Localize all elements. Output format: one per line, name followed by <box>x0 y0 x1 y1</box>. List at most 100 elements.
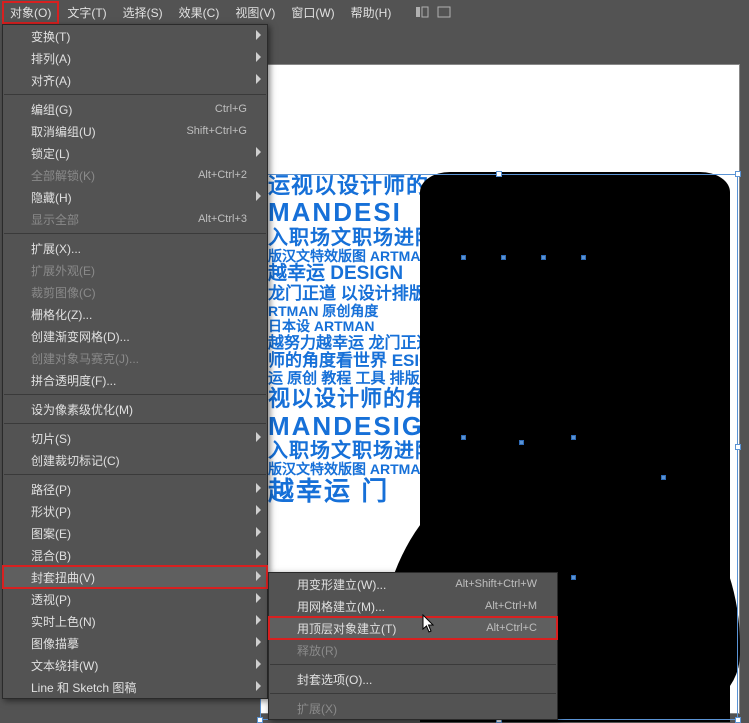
object-menu-item-1[interactable]: 排列(A) <box>3 47 267 69</box>
object-menu-item-label: 透视(P) <box>31 591 247 608</box>
object-menu-item-25[interactable]: 形状(P) <box>3 500 267 522</box>
menubar-window[interactable]: 窗口(W) <box>283 1 342 24</box>
object-menu-item-label: 形状(P) <box>31 503 247 520</box>
menubar-effect[interactable]: 效果(C) <box>171 1 228 24</box>
object-menu-item-22[interactable]: 创建裁切标记(C) <box>3 449 267 471</box>
object-menu[interactable]: 变换(T)排列(A)对齐(A)编组(G)Ctrl+G取消编组(U)Shift+C… <box>2 24 268 699</box>
object-menu-item-label: 裁剪图像(C) <box>31 284 247 301</box>
object-menu-item-label: 创建裁切标记(C) <box>31 452 247 469</box>
object-menu-item-label: 设为像素级优化(M) <box>31 401 247 418</box>
menubar-text[interactable]: 文字(T) <box>59 1 114 24</box>
object-menu-item-label: 拼合透明度(F)... <box>31 372 247 389</box>
submenu-arrow-icon <box>256 659 261 669</box>
object-menu-item-13: 裁剪图像(C) <box>3 281 267 303</box>
object-menu-item-label: 对齐(A) <box>31 72 247 89</box>
envelope-submenu-separator <box>270 664 556 665</box>
layout-icon-left[interactable] <box>415 5 429 19</box>
object-menu-item-shortcut: Alt+Ctrl+3 <box>198 213 247 225</box>
object-menu-item-label: 隐藏(H) <box>31 189 247 206</box>
menubar: 对象(O) 文字(T) 选择(S) 效果(C) 视图(V) 窗口(W) 帮助(H… <box>0 0 749 24</box>
object-menu-item-27[interactable]: 混合(B) <box>3 544 267 566</box>
object-menu-item-shortcut: Alt+Ctrl+2 <box>198 169 247 181</box>
object-menu-item-0[interactable]: 变换(T) <box>3 25 267 47</box>
object-menu-item-15[interactable]: 创建渐变网格(D)... <box>3 325 267 347</box>
menubar-help[interactable]: 帮助(H) <box>343 1 400 24</box>
envelope-submenu-item-label: 用网格建立(M)... <box>297 598 485 615</box>
object-menu-item-19[interactable]: 设为像素级优化(M) <box>3 398 267 420</box>
object-menu-item-label: 切片(S) <box>31 430 247 447</box>
object-menu-item-label: 变换(T) <box>31 28 247 45</box>
object-menu-separator <box>4 94 266 95</box>
object-menu-item-shortcut: Ctrl+G <box>215 103 247 115</box>
envelope-submenu-item-3: 释放(R) <box>269 639 557 661</box>
object-menu-separator <box>4 474 266 475</box>
object-menu-item-28[interactable]: 封套扭曲(V) <box>3 566 267 588</box>
object-menu-item-label: 编组(G) <box>31 101 215 118</box>
object-menu-item-30[interactable]: 实时上色(N) <box>3 610 267 632</box>
envelope-submenu-item-1[interactable]: 用网格建立(M)...Alt+Ctrl+M <box>269 595 557 617</box>
object-menu-item-11[interactable]: 扩展(X)... <box>3 237 267 259</box>
object-menu-item-label: 封套扭曲(V) <box>31 569 247 586</box>
object-menu-item-shortcut: Shift+Ctrl+G <box>186 125 247 137</box>
envelope-submenu-item-label: 用变形建立(W)... <box>297 576 455 593</box>
menubar-view[interactable]: 视图(V) <box>227 1 283 24</box>
workspace-icons <box>415 5 451 19</box>
submenu-arrow-icon <box>256 30 261 40</box>
object-menu-item-label: 栅格化(Z)... <box>31 306 247 323</box>
handle-bottom-right[interactable] <box>735 717 741 723</box>
envelope-submenu-item-2[interactable]: 用顶层对象建立(T)Alt+Ctrl+C <box>269 617 557 639</box>
envelope-submenu-item-0[interactable]: 用变形建立(W)...Alt+Shift+Ctrl+W <box>269 573 557 595</box>
submenu-arrow-icon <box>256 527 261 537</box>
menubar-select[interactable]: 选择(S) <box>115 1 171 24</box>
object-menu-item-label: 显示全部 <box>31 211 198 228</box>
handle-bottom-left[interactable] <box>257 717 263 723</box>
object-menu-item-2[interactable]: 对齐(A) <box>3 69 267 91</box>
object-menu-item-label: 全部解锁(K) <box>31 167 198 184</box>
object-menu-item-26[interactable]: 图案(E) <box>3 522 267 544</box>
object-menu-item-label: 排列(A) <box>31 50 247 67</box>
submenu-arrow-icon <box>256 637 261 647</box>
submenu-arrow-icon <box>256 147 261 157</box>
object-menu-item-label: Line 和 Sketch 图稿 <box>31 679 247 696</box>
submenu-arrow-icon <box>256 483 261 493</box>
submenu-arrow-icon <box>256 549 261 559</box>
object-menu-item-4[interactable]: 编组(G)Ctrl+G <box>3 98 267 120</box>
object-menu-item-12: 扩展外观(E) <box>3 259 267 281</box>
envelope-submenu-item-label: 释放(R) <box>297 642 537 659</box>
object-menu-item-17[interactable]: 拼合透明度(F)... <box>3 369 267 391</box>
object-menu-item-24[interactable]: 路径(P) <box>3 478 267 500</box>
menubar-object[interactable]: 对象(O) <box>2 1 59 24</box>
object-menu-separator <box>4 233 266 234</box>
object-menu-item-6[interactable]: 锁定(L) <box>3 142 267 164</box>
object-menu-item-9: 显示全部Alt+Ctrl+3 <box>3 208 267 230</box>
object-menu-item-16: 创建对象马赛克(J)... <box>3 347 267 369</box>
envelope-distort-submenu[interactable]: 用变形建立(W)...Alt+Shift+Ctrl+W用网格建立(M)...Al… <box>268 572 558 720</box>
envelope-submenu-item-5[interactable]: 封套选项(O)... <box>269 668 557 690</box>
submenu-arrow-icon <box>256 593 261 603</box>
object-menu-item-7: 全部解锁(K)Alt+Ctrl+2 <box>3 164 267 186</box>
object-menu-item-14[interactable]: 栅格化(Z)... <box>3 303 267 325</box>
object-menu-separator <box>4 394 266 395</box>
submenu-arrow-icon <box>256 505 261 515</box>
envelope-submenu-item-label: 用顶层对象建立(T) <box>297 620 486 637</box>
object-menu-separator <box>4 423 266 424</box>
submenu-arrow-icon <box>256 74 261 84</box>
submenu-arrow-icon <box>256 432 261 442</box>
submenu-arrow-icon <box>256 615 261 625</box>
object-menu-item-label: 创建对象马赛克(J)... <box>31 350 247 367</box>
object-menu-item-32[interactable]: 文本绕排(W) <box>3 654 267 676</box>
object-menu-item-21[interactable]: 切片(S) <box>3 427 267 449</box>
object-menu-item-label: 图像描摹 <box>31 635 247 652</box>
object-menu-item-8[interactable]: 隐藏(H) <box>3 186 267 208</box>
object-menu-item-5[interactable]: 取消编组(U)Shift+Ctrl+G <box>3 120 267 142</box>
object-menu-item-label: 实时上色(N) <box>31 613 247 630</box>
object-menu-item-label: 混合(B) <box>31 547 247 564</box>
object-menu-item-29[interactable]: 透视(P) <box>3 588 267 610</box>
object-menu-item-31[interactable]: 图像描摹 <box>3 632 267 654</box>
submenu-arrow-icon <box>256 52 261 62</box>
layout-icon-right[interactable] <box>437 5 451 19</box>
envelope-submenu-item-shortcut: Alt+Shift+Ctrl+W <box>455 578 537 590</box>
object-menu-item-label: 扩展外观(E) <box>31 262 247 279</box>
submenu-arrow-icon <box>256 681 261 691</box>
object-menu-item-33[interactable]: Line 和 Sketch 图稿 <box>3 676 267 698</box>
